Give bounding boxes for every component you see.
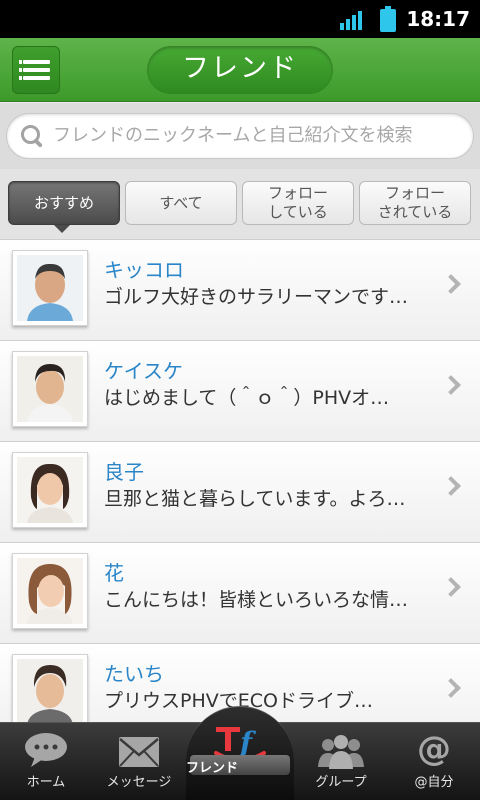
page-title: フレンド [182,53,298,84]
nav-messages[interactable]: メッセージ [92,723,186,800]
menu-button[interactable] [12,46,60,94]
chevron-right-icon [441,678,461,698]
tab-followers[interactable]: フォロー されている [359,181,471,225]
nav-groups[interactable]: グループ [294,723,388,800]
status-bar: 18:17 [0,0,480,38]
list-item[interactable]: キッコロ ゴルフ大好きのサラリーマンです… [0,240,480,341]
friend-name: 良子 [104,460,144,484]
search-input[interactable]: フレンドのニックネームと自己紹介文を検索 [6,113,474,159]
list-item[interactable]: 花 こんにちは！皆様といろいろな情… [0,543,480,644]
battery-icon [380,6,396,32]
nav-home[interactable]: ホーム [0,723,92,800]
nav-label: フレンド [186,761,239,776]
page-title-pill: フレンド [147,46,333,94]
search-bar: フレンドのニックネームと自己紹介文を検索 [0,103,480,169]
friend-intro: ゴルフ大好きのサラリーマンです… [104,286,409,308]
search-placeholder: フレンドのニックネームと自己紹介文を検索 [53,125,413,146]
chevron-right-icon [441,476,461,496]
friend-intro: プリウスPHVでECOドライブ… [104,690,373,712]
avatar [12,351,88,427]
chevron-right-icon [441,274,461,294]
avatar [12,250,88,326]
nav-my-page[interactable]: @ @自分 [388,723,480,800]
tab-label: フォロー されている [377,184,453,221]
tab-all[interactable]: すべて [125,181,237,225]
chevron-right-icon [441,577,461,597]
chevron-right-icon [441,375,461,395]
envelope-icon [119,737,159,767]
tab-label: フォロー している [267,184,328,221]
status-time: 18:17 [406,7,470,31]
friend-name: ケイスケ [104,359,183,383]
filter-tabs: おすすめ すべて フォロー している フォロー されている [0,169,480,240]
list-item[interactable]: 良子 旦那と猫と暮らしています。よろ… [0,442,480,543]
tab-recommended[interactable]: おすすめ [8,181,120,225]
avatar [12,452,88,528]
avatar [12,654,88,722]
tab-label: すべて [159,193,203,212]
search-icon [21,125,45,149]
nav-label: グループ [315,775,367,790]
tab-following[interactable]: フォロー している [242,181,354,225]
speech-bubble-icon [25,733,67,767]
tab-label: おすすめ [33,193,94,212]
hamburger-menu-icon [19,60,22,64]
friend-name: 花 [104,561,124,585]
friend-list: キッコロ ゴルフ大好きのサラリーマンです… ケイスケ はじめまして（＾ｏ＾）PH… [0,240,480,722]
nav-label: ホーム [26,775,66,790]
at-sign-icon: @ [417,729,451,769]
active-tab-pointer [54,225,70,233]
signal-icon [340,10,364,30]
avatar [12,553,88,629]
nav-label: @自分 [414,775,454,790]
nav-label: メッセージ [106,775,172,790]
friend-intro: はじめまして（＾ｏ＾）PHVオ… [104,387,390,409]
app-header: フレンド [0,38,480,102]
group-people-icon [318,735,364,769]
friend-name: キッコロ [104,258,184,282]
friend-intro: 旦那と猫と暮らしています。よろ… [104,488,406,510]
friend-name: たいち [104,662,164,686]
friend-intro: こんにちは！皆様といろいろな情… [104,589,409,611]
list-item[interactable]: ケイスケ はじめまして（＾ｏ＾）PHVオ… [0,341,480,442]
